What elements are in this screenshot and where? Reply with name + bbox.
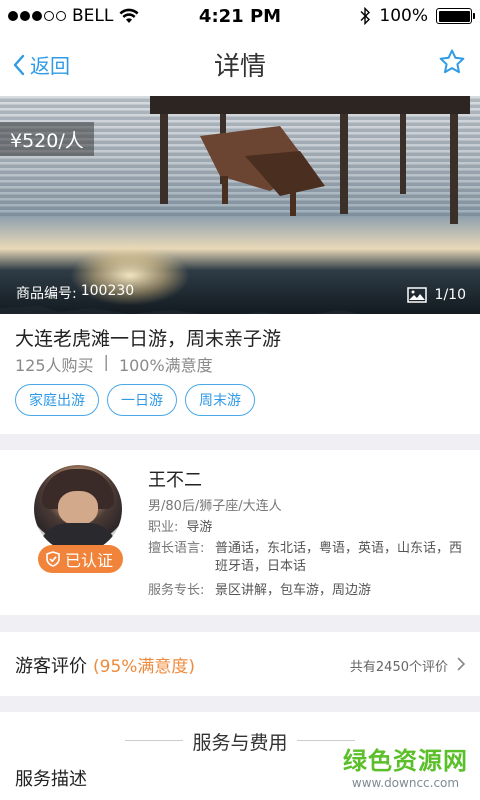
- meta-separator: |: [103, 352, 109, 371]
- bluetooth-icon: [360, 7, 371, 25]
- tag-weekend-trip[interactable]: 周末游: [185, 384, 255, 416]
- status-bar: BELL 4:21 PM 100%: [0, 0, 480, 32]
- nav-bar: 返回 详情: [0, 32, 480, 96]
- dock-chair-illustration: [150, 96, 470, 224]
- guide-job-row: 职业: 导游: [148, 519, 436, 537]
- header-line-left: [125, 740, 183, 741]
- purchase-count: 125人购买: [15, 356, 94, 375]
- tag-list: 家庭出游 一日游 周末游: [15, 384, 255, 416]
- reviews-rate: (95%满意度): [93, 657, 196, 677]
- guide-profile: 男/80后/狮子座/大连人: [148, 499, 282, 514]
- gallery-count-label: 1/10: [434, 287, 466, 303]
- reviews-title-label: 游客评价: [15, 656, 87, 677]
- reviews-row[interactable]: 游客评价 (95%满意度) 共有2450个评价: [0, 632, 480, 696]
- product-code: 商品编号: 100230: [16, 283, 134, 303]
- specialty-value: 景区讲解，包车游，周边游: [215, 583, 372, 598]
- language-value: 普通话，东北话，粤语，英语，山东话，西班牙语，日本话: [215, 541, 463, 574]
- favorite-button[interactable]: [438, 48, 466, 80]
- product-code-value: 100230: [80, 283, 135, 299]
- product-title: 大连老虎滩一日游，周末亲子游: [15, 328, 282, 350]
- verified-badge: 已认证: [38, 545, 124, 573]
- hero-caption-bar: 商品编号: 100230 1/10: [0, 274, 480, 314]
- tag-family-trip[interactable]: 家庭出游: [15, 384, 99, 416]
- shield-check-icon: [46, 551, 60, 567]
- satisfaction-rate: 100%满意度: [118, 356, 213, 375]
- image-icon: [406, 287, 427, 303]
- hero-image[interactable]: ¥520/人 商品编号: 100230 1/10: [0, 96, 480, 314]
- guide-name: 王不二: [148, 470, 202, 491]
- job-value: 导游: [186, 520, 213, 535]
- battery-icon: [436, 8, 475, 24]
- guide-specialty-row: 服务专长: 景区讲解，包车游，周边游: [148, 582, 465, 600]
- job-label: 职业:: [148, 520, 179, 535]
- reviews-title: 游客评价 (95%满意度): [15, 652, 195, 678]
- gallery-counter: 1/10: [406, 287, 466, 303]
- guide-language-row: 擅长语言: 普通话，东北话，粤语，英语，山东话，西班牙语，日本话: [148, 540, 465, 576]
- page-title: 详情: [213, 52, 266, 82]
- specialty-label: 服务专长:: [148, 583, 205, 598]
- product-meta: 125人购买 | 100%满意度: [15, 352, 213, 376]
- battery-percent: 100%: [379, 6, 428, 26]
- language-label: 擅长语言:: [148, 541, 205, 556]
- service-description-label: 服务描述: [15, 769, 87, 790]
- guide-card[interactable]: 已认证 王不二 男/80后/狮子座/大连人 职业: 导游 擅长语言: 普通话，东…: [0, 450, 480, 615]
- star-icon: [439, 49, 465, 74]
- service-header-label: 服务与费用: [192, 732, 288, 754]
- chevron-right-icon: [457, 657, 466, 671]
- tag-day-trip[interactable]: 一日游: [107, 384, 177, 416]
- watermark: 绿色资源网 www.downcc.com: [343, 741, 468, 790]
- avatar[interactable]: [34, 465, 122, 553]
- verified-label: 已认证: [65, 551, 114, 570]
- product-info: 大连老虎滩一日游，周末亲子游 125人购买 | 100%满意度 家庭出游 一日游…: [0, 314, 480, 434]
- product-code-label: 商品编号:: [16, 286, 77, 302]
- watermark-sub: www.downcc.com: [351, 776, 460, 790]
- reviews-count: 共有2450个评价: [349, 660, 448, 675]
- price-tag: ¥520/人: [0, 122, 94, 156]
- service-section: 服务与费用 服务描述 绿色资源网 www.downcc.com: [0, 712, 480, 800]
- status-right: 100%: [359, 6, 475, 26]
- watermark-main: 绿色资源网: [343, 747, 468, 775]
